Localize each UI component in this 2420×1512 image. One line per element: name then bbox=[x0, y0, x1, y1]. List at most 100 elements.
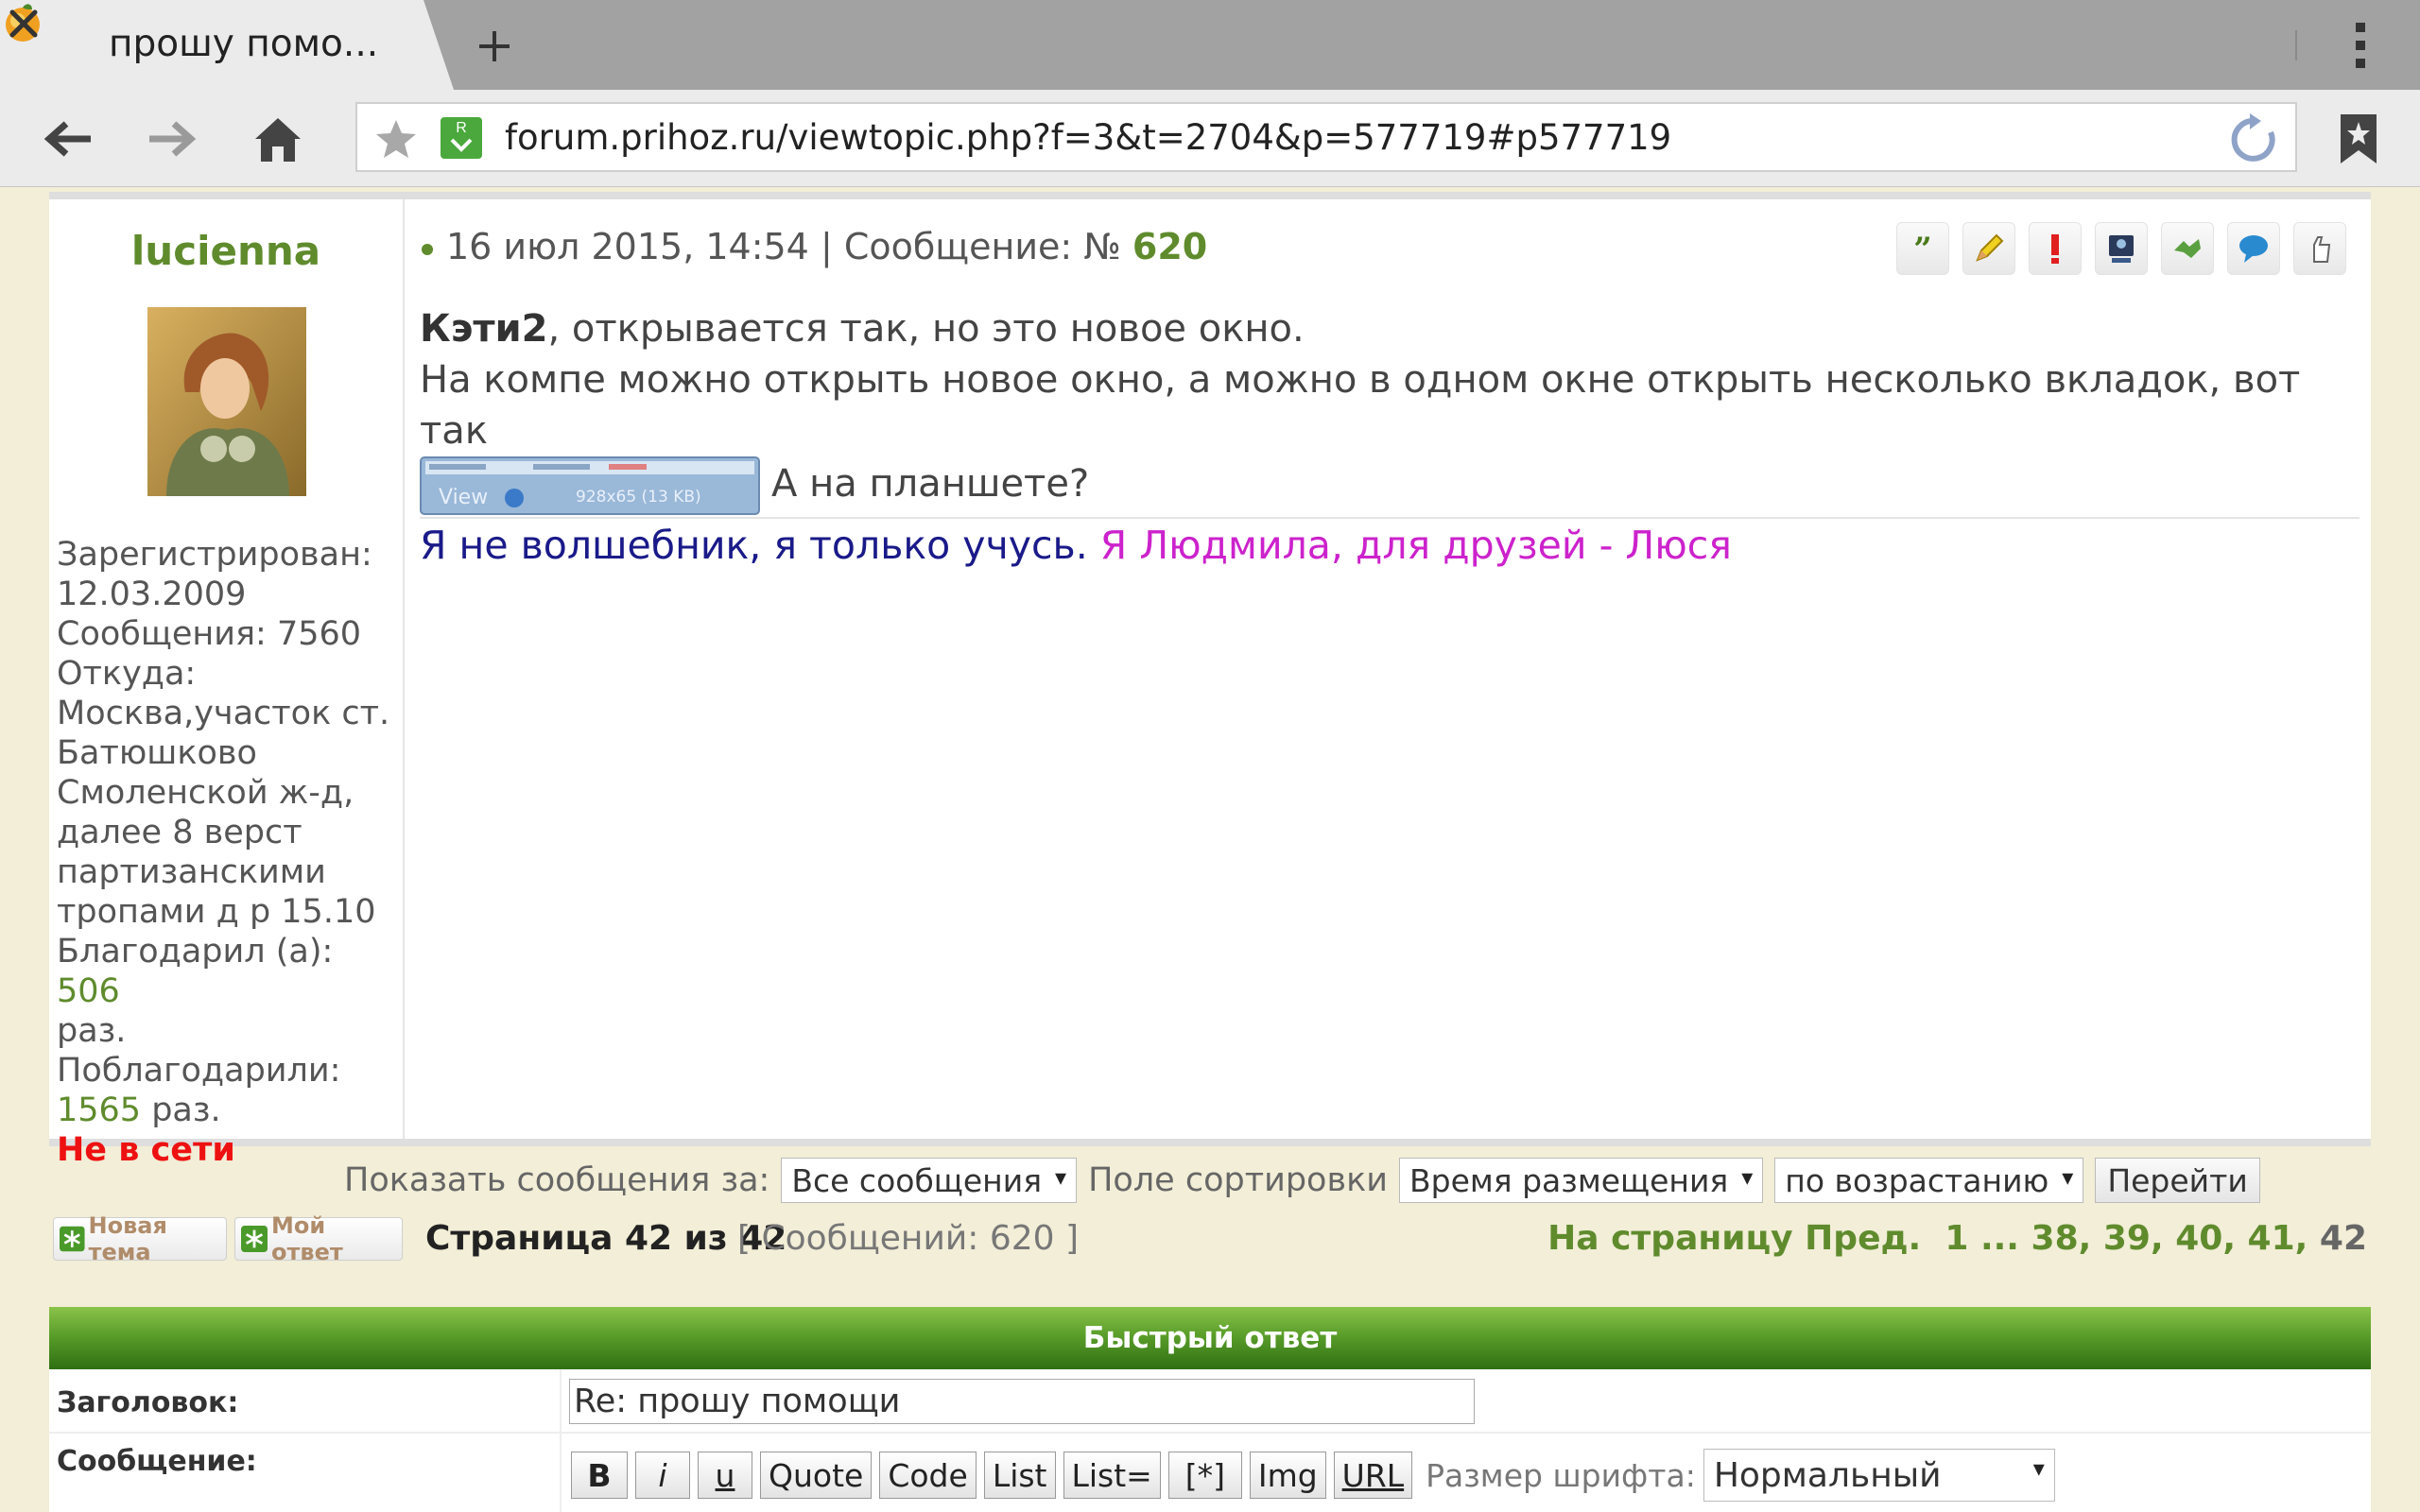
code-button[interactable]: Code bbox=[879, 1452, 977, 1499]
svg-text:”: ” bbox=[1913, 232, 1932, 266]
profile-details: Зарегистрирован: 12.03.2009 Сообщения: 7… bbox=[57, 535, 397, 1170]
bold-button[interactable]: B bbox=[571, 1452, 628, 1499]
page-link[interactable]: 38 bbox=[2031, 1219, 2079, 1258]
goto-page-label: На страницу bbox=[1547, 1219, 1793, 1258]
report-icon[interactable] bbox=[2029, 222, 2082, 275]
avatar bbox=[147, 307, 306, 496]
reply-label: Мой ответ bbox=[271, 1212, 343, 1265]
italic-button[interactable]: i bbox=[635, 1452, 690, 1499]
show-posts-value: Все сообщения bbox=[791, 1161, 1043, 1199]
list-button[interactable]: List bbox=[983, 1452, 1056, 1499]
post-date: 16 июл 2015, 14:54 bbox=[446, 226, 809, 267]
tab-strip: прошу помо... bbox=[0, 0, 2420, 90]
new-topic-button[interactable]: Новая тема bbox=[53, 1212, 227, 1265]
ordered-list-button[interactable]: List= bbox=[1063, 1452, 1161, 1499]
post-actions: ” bbox=[1896, 222, 2346, 275]
thumb-view-label: View bbox=[439, 486, 488, 509]
warn-icon[interactable] bbox=[2293, 222, 2346, 275]
url-button[interactable]: URL bbox=[1333, 1452, 1413, 1499]
current-page: 42 bbox=[2319, 1219, 2367, 1258]
bookmarks-icon[interactable] bbox=[2335, 111, 2382, 167]
page-ellipsis: ... bbox=[1979, 1219, 2019, 1258]
post-header: 16 июл 2015, 14:54 | Сообщение: № 620 bbox=[422, 226, 1207, 267]
page-link[interactable]: 41 bbox=[2248, 1219, 2295, 1258]
home-icon[interactable] bbox=[250, 111, 306, 167]
post-content: Кэти2, открывается так, но это новое окн… bbox=[420, 303, 2348, 515]
pm-icon[interactable] bbox=[2227, 222, 2280, 275]
url-text[interactable]: forum.prihoz.ru/viewtopic.php?f=3&t=2704… bbox=[505, 117, 1671, 158]
sort-field-label: Поле сортировки bbox=[1088, 1161, 1388, 1199]
list-item-button[interactable]: [*] bbox=[1167, 1452, 1242, 1499]
back-arrow-icon[interactable] bbox=[40, 111, 96, 167]
asterisk-icon bbox=[241, 1225, 268, 1253]
post-text: , открывается так, но это новое окно. bbox=[547, 307, 1305, 351]
thanked-count[interactable]: 506 bbox=[57, 972, 120, 1010]
page-link[interactable]: 39 bbox=[2103, 1219, 2151, 1258]
image-button[interactable]: Img bbox=[1249, 1452, 1326, 1499]
sort-field-select[interactable]: Время размещения bbox=[1398, 1158, 1764, 1203]
thanks-icon[interactable] bbox=[2161, 222, 2214, 275]
sort-field-value: Время размещения bbox=[1409, 1161, 1729, 1199]
post-line-3: View 928x65 (13 KB) А на планшете? bbox=[420, 456, 2348, 515]
location-label: Откуда: bbox=[57, 655, 197, 693]
sort-order-select[interactable]: по возрастанию bbox=[1774, 1158, 2084, 1203]
was-thanked-count[interactable]: 1565 bbox=[57, 1091, 141, 1129]
font-size-label: Размер шрифта: bbox=[1426, 1456, 1696, 1494]
subject-label: Заголовок: bbox=[57, 1386, 239, 1419]
post-number-label: | Сообщение: № bbox=[820, 226, 1121, 267]
message-count: [ Сообщений: 620 ] bbox=[737, 1219, 1080, 1258]
reload-icon[interactable] bbox=[2229, 113, 2282, 166]
address-bar[interactable]: R forum.prihoz.ru/viewtopic.php?f=3&t=27… bbox=[355, 102, 2297, 172]
thumb-size-label: 928x65 (13 KB) bbox=[576, 488, 701, 507]
active-tab[interactable]: прошу помо... bbox=[0, 0, 463, 90]
tab-title: прошу помо... bbox=[109, 23, 379, 65]
subject-input[interactable]: Re: прошу помощи bbox=[569, 1379, 1475, 1424]
asterisk-icon bbox=[60, 1226, 85, 1252]
page-link[interactable]: 1 bbox=[1945, 1219, 1968, 1258]
location-line: Батюшково bbox=[57, 734, 257, 772]
was-thanked-suffix: раз. bbox=[151, 1091, 221, 1129]
thanked-label: Благодарил (а): bbox=[57, 933, 334, 971]
post-line-2: На компе можно открыть новое окно, а мож… bbox=[420, 358, 2301, 453]
post-number[interactable]: 620 bbox=[1132, 226, 1207, 267]
show-posts-select[interactable]: Все сообщения bbox=[781, 1158, 1078, 1203]
svg-text:R: R bbox=[456, 120, 467, 136]
pagination-bar: Новая тема Мой ответ Страница 42 из 42 [… bbox=[49, 1211, 2371, 1268]
attachment-thumbnail[interactable]: View 928x65 (13 KB) bbox=[420, 456, 760, 515]
reply-button[interactable]: Мой ответ bbox=[234, 1212, 403, 1265]
was-thanked-label: Поблагодарили: bbox=[57, 1052, 341, 1090]
site-identity-icon: R bbox=[441, 117, 482, 159]
signature-part-2: Я Людмила, для друзей - Люся bbox=[1099, 523, 1732, 568]
location-line: тропами д р 15.10 bbox=[57, 893, 376, 931]
font-size-select[interactable]: Нормальный bbox=[1703, 1449, 2055, 1502]
prev-page-link[interactable]: Пред. bbox=[1805, 1219, 1921, 1258]
registered-label: Зарегистрирован: bbox=[57, 536, 372, 574]
thanked-row: Благодарил (а): 506 bbox=[57, 932, 397, 1011]
bookmark-star-icon[interactable] bbox=[374, 117, 418, 161]
post-line-1: Кэти2, открывается так, но это новое окн… bbox=[420, 303, 2348, 354]
new-tab-icon[interactable] bbox=[471, 23, 518, 70]
post-text: А на планшете? bbox=[771, 462, 1090, 506]
author-username[interactable]: lucienna bbox=[49, 228, 403, 274]
info-icon[interactable] bbox=[2095, 222, 2148, 275]
quote-button[interactable]: Quote bbox=[760, 1452, 873, 1499]
tabbar-divider bbox=[2295, 30, 2297, 60]
signature-part-1: Я не волшебник, я только учусь. bbox=[420, 523, 1088, 568]
forum-post: lucienna Зарегистрирован: 12.03.2009 Соо… bbox=[49, 192, 2371, 1169]
posts-count-row: Сообщения: 7560 bbox=[57, 614, 397, 654]
magnifier-icon bbox=[505, 489, 524, 507]
go-button[interactable]: Перейти bbox=[2095, 1158, 2260, 1203]
page-link[interactable]: 40 bbox=[2175, 1219, 2222, 1258]
overflow-menu-icon[interactable] bbox=[2346, 17, 2375, 74]
forward-arrow-icon[interactable] bbox=[144, 111, 200, 167]
author-profile: lucienna Зарегистрирован: 12.03.2009 Соо… bbox=[49, 199, 405, 1169]
bbcode-toolbar: B i u Quote Code List List= [*] Img URL … bbox=[571, 1449, 2055, 1502]
edit-icon[interactable] bbox=[1962, 222, 2015, 275]
user-signature: Я не волшебник, я только учусь. Я Людмил… bbox=[420, 523, 1732, 568]
quote-icon[interactable]: ” bbox=[1896, 222, 1949, 275]
underline-button[interactable]: u bbox=[698, 1452, 752, 1499]
mentioned-user[interactable]: Кэти2 bbox=[420, 307, 547, 351]
close-tab-icon[interactable] bbox=[0, 0, 47, 47]
posts-count: 7560 bbox=[276, 615, 362, 653]
page-links: На страницу Пред. 1 ... 38, 39, 40, 41, … bbox=[1547, 1219, 2367, 1258]
